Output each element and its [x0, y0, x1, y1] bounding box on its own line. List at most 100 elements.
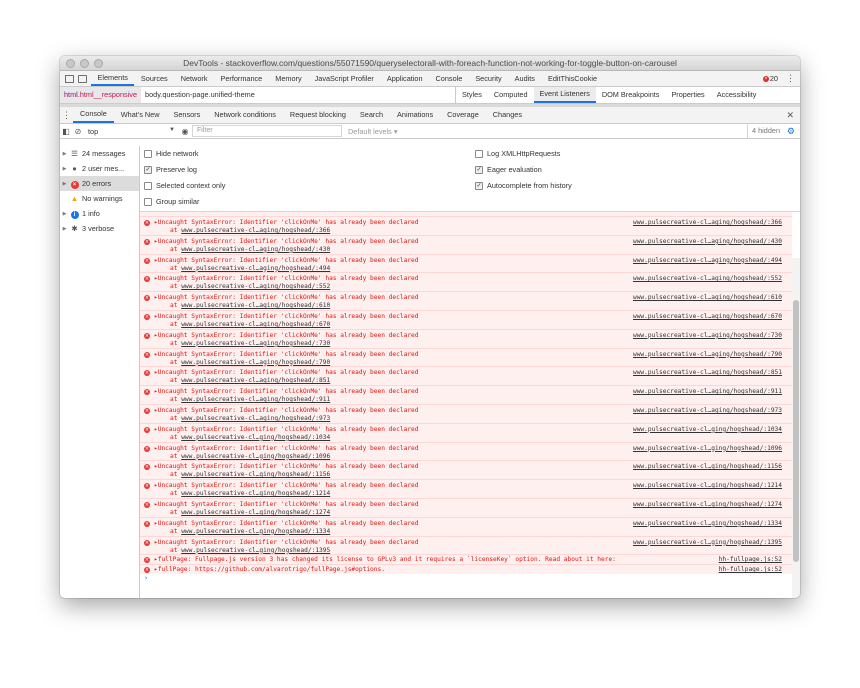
error-message[interactable]: × ▸Uncaught SyntaxError: Identifier 'clic… — [140, 272, 792, 292]
error-message[interactable]: × ▸Uncaught SyntaxError: Identifier 'clic… — [140, 497, 792, 517]
tab-event-listeners[interactable]: Event Listeners — [533, 87, 596, 103]
source-link[interactable]: www.pulsecreative-cl…aging/hogshead/:494 — [633, 257, 782, 264]
stack-frame-link[interactable]: www.pulsecreative-cl…aging/hogshead/:494 — [181, 265, 330, 272]
source-link[interactable]: www.pulsecreative-cl…ging/hogshead/:1214 — [633, 482, 782, 489]
fullpage-error-message[interactable]: × ▸fullPage: Fullpage.js version 3 has ch… — [140, 554, 792, 565]
stack-frame-link[interactable]: www.pulsecreative-cl…aging/hogshead/:730 — [181, 340, 330, 347]
tab-computed[interactable]: Computed — [488, 87, 534, 103]
source-link[interactable]: www.pulsecreative-cl…ging/hogshead/:1395 — [633, 539, 782, 546]
preserve-log-checkbox[interactable]: ✓ Preserve log — [144, 165, 197, 174]
tab-performance[interactable]: Performance — [214, 71, 269, 86]
sidebar-item-20-errors[interactable]: ▶ × 20 errors — [60, 176, 139, 191]
close-window-button[interactable] — [66, 59, 75, 68]
context-selector[interactable]: top ▼ — [84, 127, 178, 136]
tab-memory[interactable]: Memory — [269, 71, 308, 86]
stack-frame-link[interactable]: www.pulsecreative-cl…aging/hogshead/:973 — [181, 415, 330, 422]
tab-console[interactable]: Console — [429, 71, 469, 86]
drawer-tab-network-conditions[interactable]: Network conditions — [207, 107, 283, 123]
error-message[interactable]: × ▸Uncaught SyntaxError: Identifier 'clic… — [140, 535, 792, 555]
source-link[interactable]: www.pulsecreative-cl…ging/hogshead/:1034 — [633, 426, 782, 433]
sidebar-item-no-warnings[interactable]: ▲ No warnings — [60, 191, 139, 206]
stack-frame-link[interactable]: www.pulsecreative-cl…ging/hogshead/:1274 — [181, 509, 330, 516]
log-levels-dropdown[interactable]: Default levels ▾ — [348, 127, 398, 136]
stack-frame-link[interactable]: www.pulsecreative-cl…aging/hogshead/:851 — [181, 377, 330, 384]
stack-frame-link[interactable]: www.pulsecreative-cl…ging/hogshead/:1214 — [181, 490, 330, 497]
stack-frame-link[interactable]: www.pulsecreative-cl…aging/hogshead/:552 — [181, 283, 330, 290]
source-link[interactable]: www.pulsecreative-cl…ging/hogshead/:1274 — [633, 501, 782, 508]
tab-editthiscookie[interactable]: EditThisCookie — [541, 71, 603, 86]
stack-frame-link[interactable]: www.pulsecreative-cl…aging/hogshead/:911 — [181, 396, 330, 403]
breadcrumb-html[interactable]: html.html__responsive — [60, 87, 142, 103]
zoom-window-button[interactable] — [94, 59, 103, 68]
log-xmlhttprequests-checkbox[interactable]: Log XMLHttpRequests — [475, 149, 560, 158]
source-link[interactable]: www.pulsecreative-cl…aging/hogshead/:911 — [633, 388, 782, 395]
source-link[interactable]: www.pulsecreative-cl…aging/hogshead/:851 — [633, 369, 782, 376]
tab-properties[interactable]: Properties — [665, 87, 710, 103]
drawer-tab-what-s-new[interactable]: What's New — [114, 107, 167, 123]
error-message[interactable]: × ▸Uncaught SyntaxError: Identifier 'clic… — [140, 366, 792, 386]
eager-evaluation-checkbox[interactable]: ✓ Eager evaluation — [475, 165, 542, 174]
source-link[interactable]: www.pulsecreative-cl…aging/hogshead/:430 — [633, 238, 782, 245]
stack-frame-link[interactable]: www.pulsecreative-cl…aging/hogshead/:790 — [181, 359, 330, 366]
stack-frame-link[interactable]: www.pulsecreative-cl…aging/hogshead/:366 — [181, 227, 330, 234]
source-link[interactable]: www.pulsecreative-cl…aging/hogshead/:552 — [633, 275, 782, 282]
error-message[interactable]: × ▸Uncaught SyntaxError: Identifier 'clic… — [140, 479, 792, 498]
tab-network[interactable]: Network — [174, 71, 214, 86]
drawer-tab-animations[interactable]: Animations — [390, 107, 440, 123]
source-link[interactable]: www.pulsecreative-cl…aging/hogshead/:730 — [633, 332, 782, 339]
inspect-element-icon[interactable] — [65, 74, 74, 83]
console-scrollbar[interactable] — [792, 258, 800, 598]
error-message[interactable]: × ▸Uncaught SyntaxError: Identifier 'clic… — [140, 291, 792, 310]
source-link[interactable]: www.pulsecreative-cl…ging/hogshead/:1096 — [633, 445, 782, 452]
stack-frame-link[interactable]: www.pulsecreative-cl…aging/hogshead/:430 — [181, 246, 330, 253]
console-prompt[interactable]: › — [140, 574, 792, 583]
source-link[interactable]: www.pulsecreative-cl…aging/hogshead/:973 — [633, 407, 782, 414]
stack-frame-link[interactable]: www.pulsecreative-cl…ging/hogshead/:1034 — [181, 434, 330, 441]
drawer-tab-sensors[interactable]: Sensors — [166, 107, 207, 123]
hide-network-checkbox[interactable]: Hide network — [144, 149, 199, 158]
live-expression-eye-icon[interactable]: ◉ — [178, 127, 192, 136]
autocomplete-from-history-checkbox[interactable]: ✓ Autocomplete from history — [475, 181, 572, 190]
drawer-menu-icon[interactable]: ⋮ — [60, 110, 73, 121]
stack-frame-link[interactable]: www.pulsecreative-cl…ging/hogshead/:1096 — [181, 453, 330, 460]
error-message[interactable]: × ▸Uncaught SyntaxError: Identifier 'clic… — [140, 422, 792, 442]
more-options-icon[interactable]: ⋮ — [786, 71, 795, 86]
tab-security[interactable]: Security — [469, 71, 508, 86]
selected-context-only-checkbox[interactable]: Selected context only — [144, 181, 225, 190]
error-message[interactable]: × ▸Uncaught SyntaxError: Identifier 'clic… — [140, 216, 792, 235]
sidebar-item-1-info[interactable]: ▶ i 1 info — [60, 206, 139, 221]
stack-frame-link[interactable]: www.pulsecreative-cl…aging/hogshead/:670 — [181, 321, 330, 328]
sidebar-item-3-verbose[interactable]: ▶ ✱ 3 verbose — [60, 221, 139, 236]
tab-javascript-profiler[interactable]: JavaScript Profiler — [308, 71, 380, 86]
source-link[interactable]: www.pulsecreative-cl…ging/hogshead/:1156 — [633, 463, 782, 470]
source-link[interactable]: hh-fullpage.js:52 — [719, 556, 782, 563]
source-link[interactable]: hh-fullpage.js:52 — [719, 566, 782, 573]
drawer-tab-console[interactable]: Console — [73, 107, 114, 123]
clear-console-icon[interactable]: ⊘ — [72, 127, 84, 136]
source-link[interactable]: www.pulsecreative-cl…aging/hogshead/:610 — [633, 294, 782, 301]
sidebar-item-24-messages[interactable]: ▶ ☰ 24 messages — [60, 146, 139, 161]
tab-sources[interactable]: Sources — [134, 71, 174, 86]
source-link[interactable]: www.pulsecreative-cl…ging/hogshead/:1334 — [633, 520, 782, 527]
fullpage-error-message[interactable]: × ▸fullPage: https://github.com/alvarotri… — [140, 564, 792, 575]
minimize-window-button[interactable] — [80, 59, 89, 68]
error-message[interactable]: × ▸Uncaught SyntaxError: Identifier 'clic… — [140, 347, 792, 367]
error-message[interactable]: × ▸Uncaught SyntaxError: Identifier 'clic… — [140, 403, 792, 423]
error-count-badge[interactable]: × 20 — [762, 71, 778, 86]
error-message[interactable]: × ▸Uncaught SyntaxError: Identifier 'clic… — [140, 385, 792, 404]
scrollbar-thumb[interactable] — [793, 300, 799, 562]
drawer-tab-coverage[interactable]: Coverage — [440, 107, 486, 123]
group-similar-checkbox[interactable]: Group similar — [144, 197, 199, 206]
tab-application[interactable]: Application — [380, 71, 429, 86]
drawer-tab-changes[interactable]: Changes — [486, 107, 529, 123]
drawer-tab-request-blocking[interactable]: Request blocking — [283, 107, 353, 123]
error-message[interactable]: × ▸Uncaught SyntaxError: Identifier 'clic… — [140, 460, 792, 480]
tab-styles[interactable]: Styles — [456, 87, 488, 103]
device-toolbar-icon[interactable] — [78, 74, 87, 83]
console-settings-gear-icon[interactable]: ⚙ — [787, 124, 795, 138]
tab-accessibility[interactable]: Accessibility — [711, 87, 763, 103]
error-message[interactable]: × ▸Uncaught SyntaxError: Identifier 'clic… — [140, 441, 792, 461]
toggle-sidebar-icon[interactable]: ◧ — [60, 127, 72, 136]
error-message[interactable]: × ▸Uncaught SyntaxError: Identifier 'clic… — [140, 328, 792, 348]
tab-elements[interactable]: Elements — [91, 71, 135, 86]
